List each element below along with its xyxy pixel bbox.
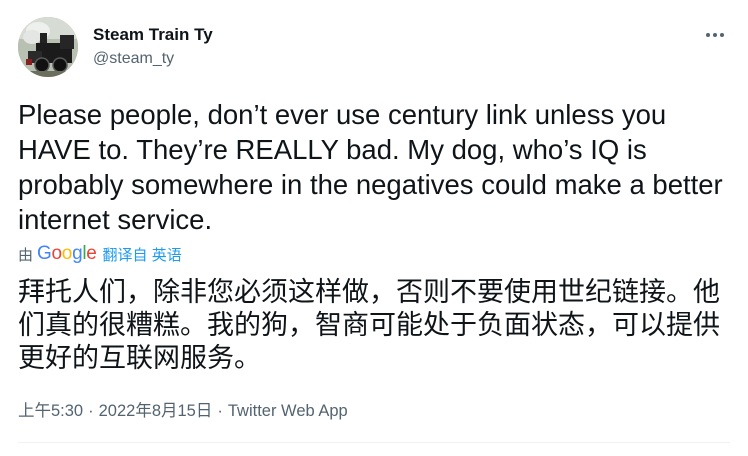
- google-logo: Google: [37, 243, 97, 264]
- tweet-date[interactable]: 2022年8月15日: [99, 400, 213, 422]
- more-icon: [706, 33, 724, 37]
- user-info: Steam Train Ty @steam_ty: [93, 24, 213, 70]
- user-handle[interactable]: @steam_ty: [93, 48, 213, 70]
- tweet-metadata: 上午5:30 · 2022年8月15日 · Twitter Web App: [18, 400, 348, 422]
- translated-from-link[interactable]: 翻译自 英语: [103, 244, 182, 265]
- steam-locomotive-image: [18, 17, 78, 77]
- tweet-source[interactable]: Twitter Web App: [228, 400, 348, 422]
- tweet-text: Please people, don’t ever use century li…: [18, 99, 731, 235]
- display-name[interactable]: Steam Train Ty: [93, 24, 213, 46]
- separator-dot: ·: [217, 402, 223, 420]
- separator-dot: ·: [88, 402, 94, 420]
- more-options-button[interactable]: [700, 24, 730, 46]
- translation-attribution: 由 Google 翻译自 英语: [18, 242, 182, 266]
- translated-by-label: 由: [18, 246, 34, 264]
- avatar[interactable]: [18, 17, 78, 77]
- tweet-card: Steam Train Ty @steam_ty Please people, …: [0, 0, 748, 456]
- translated-text: 拜托人们，除非您必须这样做，否则不要使用世纪链接。他们真的很糟糕。我的狗，智商可…: [18, 277, 720, 374]
- tweet-time[interactable]: 上午5:30: [18, 400, 83, 422]
- divider: [18, 442, 730, 443]
